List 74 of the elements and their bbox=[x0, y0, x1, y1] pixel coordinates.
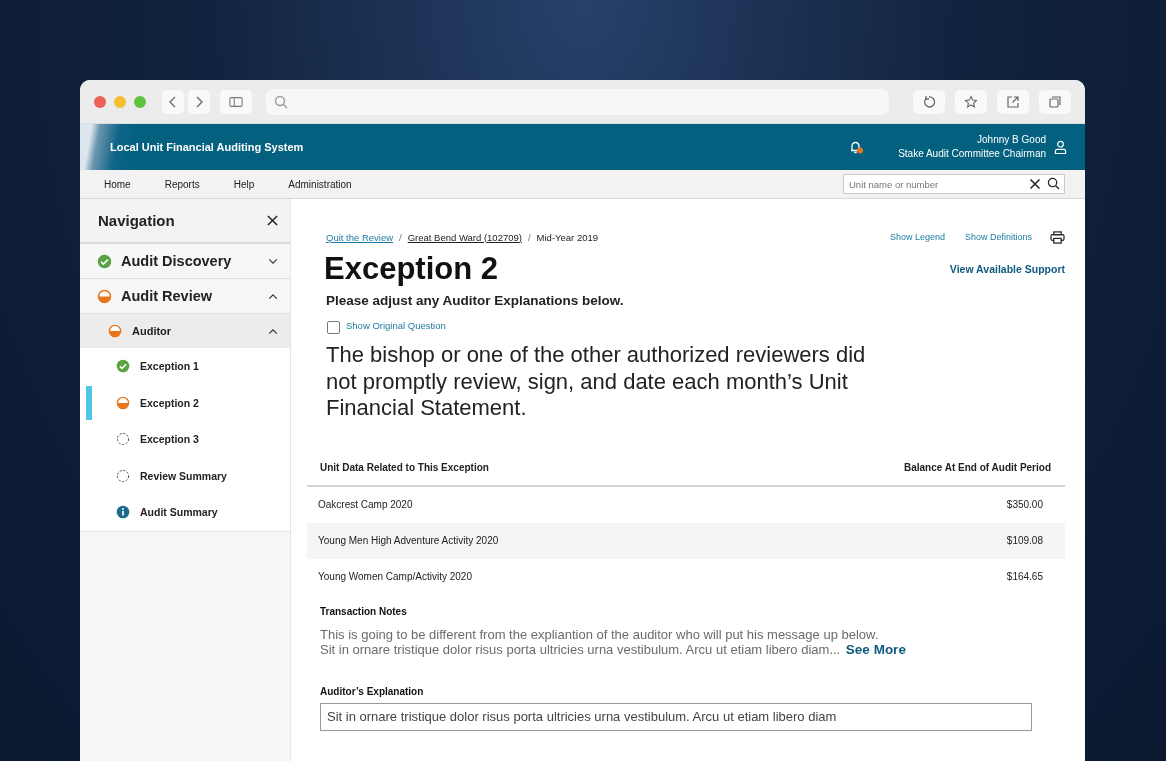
dashed-circle-icon bbox=[116, 468, 130, 483]
menu-item[interactable]: Home bbox=[104, 178, 131, 190]
breadcrumb-separator: / bbox=[399, 231, 402, 243]
half-circle-icon bbox=[116, 395, 130, 410]
notes-heading: Transaction Notes bbox=[320, 605, 408, 617]
nav-item[interactable]: Review Summary bbox=[140, 469, 227, 482]
breadcrumb-current: Mid-Year 2019 bbox=[536, 231, 599, 243]
user-icon[interactable] bbox=[1054, 139, 1067, 155]
user-role: Stake Audit Committee Chairman bbox=[898, 147, 1046, 161]
checkbox-label[interactable]: Show Original Question bbox=[346, 320, 446, 331]
tabs-icon bbox=[1048, 94, 1062, 109]
breadcrumb-link[interactable]: Great Bend Ward (102709) bbox=[407, 231, 522, 243]
dashed-circle-icon bbox=[116, 432, 130, 447]
column-header: Unit Data Related to This Exception bbox=[307, 461, 725, 486]
support-link[interactable]: View Available Support bbox=[949, 263, 1065, 275]
notes-text: This is going to be different from the expliantion of the auditor who will put his message up below. bbox=[320, 626, 879, 642]
half-circle-icon bbox=[108, 324, 122, 338]
page-title: Exception 2 bbox=[324, 251, 498, 287]
printer-icon[interactable] bbox=[1050, 230, 1065, 244]
bookmark-button[interactable] bbox=[955, 89, 987, 114]
share-button[interactable] bbox=[997, 89, 1029, 114]
address-field[interactable] bbox=[266, 88, 889, 115]
tabs-button[interactable] bbox=[1039, 89, 1071, 114]
sidebar-toggle-button[interactable] bbox=[220, 89, 252, 114]
table-cell: Oakcrest Camp 2020 bbox=[307, 485, 725, 523]
breadcrumb-link[interactable]: Quit the Review bbox=[326, 231, 394, 243]
window-controls-icon[interactable] bbox=[94, 95, 146, 108]
menu-item[interactable]: Reports bbox=[164, 178, 200, 190]
page-action-link[interactable]: Show Legend bbox=[889, 232, 945, 242]
chevron-down-icon[interactable] bbox=[268, 257, 278, 265]
menu-item[interactable]: Help bbox=[233, 178, 255, 190]
share-icon bbox=[1006, 94, 1020, 109]
notes-text: Sit in ornare tristique dolor risus porta ultricies urna vestibulum. Arcu ut etiam libero diam... bbox=[320, 641, 841, 657]
table-cell: $109.08 bbox=[724, 522, 1065, 559]
table-cell: Young Women Camp/Activity 2020 bbox=[307, 558, 725, 595]
clear-icon[interactable] bbox=[1029, 178, 1041, 190]
user-name: Johnny B Good bbox=[977, 133, 1046, 147]
table-cell: $350.00 bbox=[724, 485, 1065, 523]
sidebar-icon bbox=[229, 94, 243, 109]
column-header: Balance At End of Audit Period bbox=[724, 461, 1065, 486]
explanation-field[interactable]: Sit in ornare tristique dolor risus porta ultricies urna vestibulum. Arcu ut etiam libero diam bbox=[320, 702, 1032, 731]
table-cell: Young Men High Adventure Activity 2020 bbox=[307, 522, 725, 559]
search-icon bbox=[274, 94, 288, 109]
checkbox[interactable] bbox=[327, 321, 340, 334]
info-icon bbox=[116, 505, 130, 520]
reload-icon bbox=[922, 94, 936, 109]
nav-section[interactable]: Audit Review bbox=[121, 288, 259, 304]
reload-button[interactable] bbox=[913, 89, 945, 114]
breadcrumb-separator: / bbox=[527, 231, 531, 243]
question-text: The bishop or one of the other authorized reviewers did not promptly review, sign, and date each month’s Unit Financial Statement. bbox=[326, 342, 867, 422]
explanation-heading: Auditor’s Explanation bbox=[320, 685, 425, 697]
nav-item[interactable]: Exception 1 bbox=[140, 360, 199, 373]
chevron-up-icon[interactable] bbox=[268, 327, 278, 335]
page-action-link[interactable]: Show Definitions bbox=[964, 232, 1032, 242]
nav-item[interactable]: Exception 3 bbox=[140, 433, 199, 446]
star-icon bbox=[964, 94, 978, 109]
check-circle-icon bbox=[97, 253, 112, 269]
table-cell: $164.65 bbox=[724, 558, 1065, 595]
menu-item[interactable]: Administration bbox=[288, 178, 352, 190]
close-icon[interactable] bbox=[267, 215, 278, 226]
nav-group-label[interactable]: Auditor bbox=[132, 325, 258, 337]
nav-item[interactable]: Exception 2 bbox=[140, 396, 199, 409]
nav-item[interactable]: Audit Summary bbox=[140, 506, 218, 519]
search-icon[interactable] bbox=[1047, 177, 1060, 190]
chevron-up-icon[interactable] bbox=[268, 292, 278, 300]
check-circle-icon bbox=[116, 359, 130, 374]
app-title[interactable]: Local Unit Financial Auditing System bbox=[110, 141, 304, 153]
bell-icon[interactable] bbox=[848, 139, 865, 155]
half-circle-icon bbox=[97, 288, 112, 304]
navigation-title: Navigation bbox=[98, 212, 176, 229]
instruction-text: Please adjust any Auditor Explanations below. bbox=[326, 293, 625, 308]
see-more-link[interactable]: See More bbox=[845, 641, 906, 657]
search-field[interactable]: Unit name or number bbox=[843, 174, 1065, 194]
nav-section[interactable]: Audit Discovery bbox=[121, 253, 259, 269]
